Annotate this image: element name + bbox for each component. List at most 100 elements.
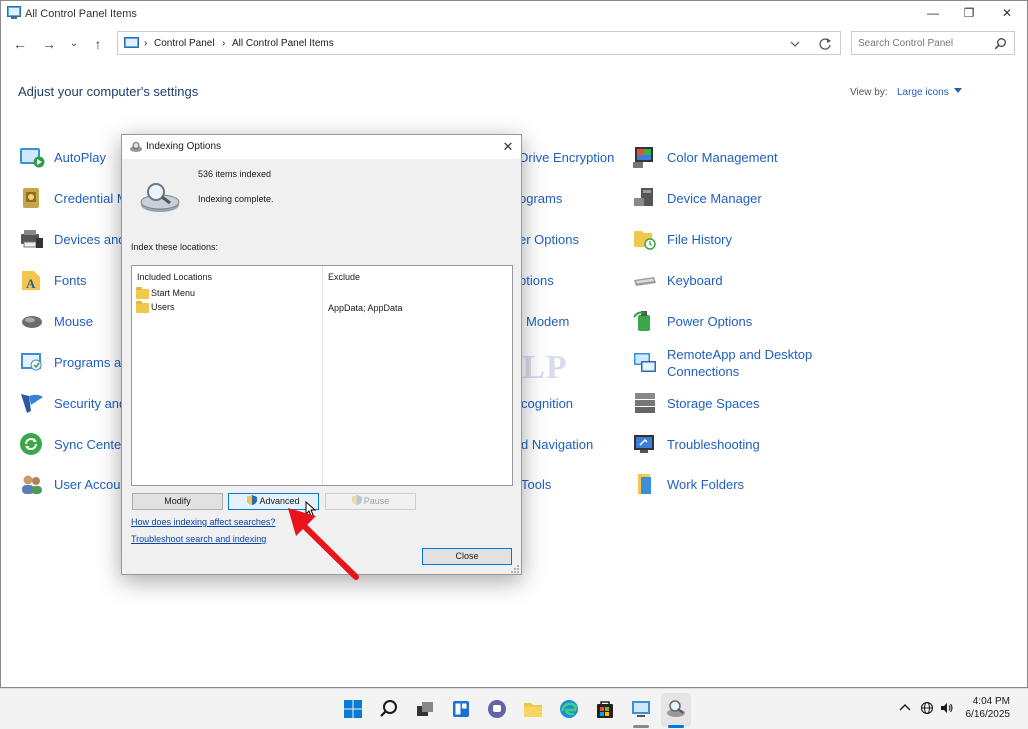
globe-icon[interactable] (920, 701, 934, 715)
remoteapp-icon (634, 353, 656, 372)
cp-item-storage-spaces[interactable]: Storage Spaces (632, 391, 760, 415)
cp-item-label: Troubleshooting (667, 436, 760, 452)
list-item[interactable]: Start Menu (136, 286, 196, 299)
title-bar: All Control Panel Items — ❐ ✕ (3, 3, 1025, 23)
modify-button[interactable]: Modify (132, 493, 223, 510)
sync-center-icon (20, 433, 42, 455)
control-panel-icon[interactable] (630, 698, 652, 720)
cp-item-troubleshooting[interactable]: Troubleshooting (632, 432, 760, 456)
breadcrumb-all-items[interactable]: All Control Panel Items (232, 38, 334, 49)
system-clock[interactable]: 4:04 PM 6/16/2025 (962, 695, 1011, 721)
search-icon[interactable] (378, 698, 400, 720)
close-button[interactable]: Close (422, 548, 512, 565)
cp-item-remoteapp[interactable]: RemoteApp and Desktop Connections (632, 346, 837, 380)
cp-item-sync-center[interactable]: Sync Center (19, 432, 126, 456)
cp-item-windows-tools[interactable]: Tools (521, 472, 551, 496)
cp-item-label: File History (667, 231, 733, 247)
clock-time: 4:04 PM (972, 696, 1010, 707)
column-header-included[interactable]: Included Locations (137, 272, 212, 282)
items-indexed-count: 536 items indexed (198, 169, 272, 179)
chat-icon[interactable] (486, 698, 508, 720)
windows-start-icon[interactable] (342, 698, 364, 720)
store-icon[interactable] (594, 698, 616, 720)
volume-icon[interactable] (940, 701, 954, 715)
cp-item-autoplay[interactable]: AutoPlay (19, 145, 106, 169)
file-history-icon (634, 231, 656, 250)
cp-item-credential-manager[interactable]: Credential M (19, 186, 128, 210)
autoplay-icon (20, 148, 45, 168)
cp-item-power-options[interactable]: Power Options (632, 309, 752, 333)
cp-item-programs-defaults[interactable]: Programs ar (19, 350, 126, 374)
dialog-close-button[interactable]: ✕ (499, 138, 517, 156)
keyboard-icon (634, 277, 656, 286)
storage-spaces-icon (635, 393, 655, 413)
control-panel-icon (124, 37, 139, 48)
breadcrumb-control-panel[interactable]: Control Panel (154, 38, 215, 49)
back-button[interactable]: ← (11, 35, 29, 53)
folder-icon (136, 300, 149, 313)
address-bar[interactable]: › Control Panel › All Control Panel Item… (117, 31, 841, 55)
mouse-icon (22, 316, 42, 328)
indexing-options-icon[interactable] (665, 698, 687, 720)
chevron-up-icon[interactable] (898, 701, 912, 715)
cp-item-speech-recognition[interactable]: cognition (521, 391, 573, 415)
view-by-dropdown[interactable]: Large icons (897, 87, 963, 98)
cp-item-mouse[interactable]: Mouse (19, 309, 93, 333)
cp-item-work-folders[interactable]: Work Folders (632, 472, 744, 496)
up-button[interactable]: ↑ (89, 35, 107, 53)
cp-item-device-manager[interactable]: Device Manager (632, 186, 762, 210)
cp-item-label: Fonts (54, 272, 87, 288)
cp-item-keyboard[interactable]: Keyboard (632, 268, 723, 292)
widgets-icon[interactable] (450, 698, 472, 720)
refresh-icon[interactable] (818, 37, 832, 51)
cp-item-label: ograms (519, 190, 563, 206)
index-locations-list[interactable]: Included Locations Exclude Start Menu Us… (131, 265, 513, 486)
breadcrumb-separator: › (222, 38, 226, 49)
search-box[interactable] (851, 31, 1015, 55)
user-accounts-icon (22, 475, 42, 494)
cp-item-internet-options[interactable]: ptions (519, 268, 554, 292)
credential-manager-icon (23, 188, 39, 208)
cp-item-label: Power Options (667, 313, 753, 329)
cp-item-label: Mouse (54, 313, 94, 329)
cp-item-label: Tools (521, 476, 552, 492)
indexing-options-icon (130, 142, 142, 152)
caret-down-icon (954, 88, 963, 93)
resize-grip-icon[interactable] (511, 565, 520, 574)
cp-item-taskbar-navigation[interactable]: d Navigation (521, 432, 593, 456)
search-input[interactable] (858, 36, 988, 50)
cp-item-devices-printers[interactable]: Devices and (19, 227, 126, 251)
location-name: Start Menu (151, 288, 196, 298)
exclude-value: AppData; AppData (328, 303, 403, 313)
cp-item-phone-modem[interactable]: Modem (526, 309, 569, 333)
file-explorer-icon[interactable] (522, 698, 544, 720)
column-header-exclude[interactable]: Exclude (328, 272, 360, 282)
control-panel-icon (7, 6, 21, 19)
svg-text:A: A (26, 276, 36, 291)
cp-item-file-explorer-options[interactable]: er Options (519, 227, 579, 251)
list-item[interactable]: Users (136, 300, 175, 313)
dialog-title: Indexing Options (146, 141, 222, 152)
cp-item-color-management[interactable]: Color Management (632, 145, 778, 169)
color-management-icon (633, 147, 653, 168)
power-options-icon (633, 311, 650, 331)
recent-locations-button[interactable]: ⌄ (65, 35, 83, 53)
close-window-button[interactable]: ✕ (999, 6, 1015, 20)
minimize-button[interactable]: — (925, 6, 941, 20)
cp-item-user-accounts[interactable]: User Accou (19, 472, 120, 496)
troubleshoot-indexing-link[interactable]: Troubleshoot search and indexing (131, 534, 266, 544)
cp-item-file-history[interactable]: File History (632, 227, 732, 251)
device-manager-icon (634, 188, 653, 206)
cp-item-security-maintenance[interactable]: Security and (19, 391, 126, 415)
dialog-title-bar: Indexing Options ✕ (122, 135, 521, 159)
search-icon[interactable] (994, 37, 1007, 50)
task-view-icon[interactable] (414, 698, 436, 720)
cp-item-fonts[interactable]: A Fonts (19, 268, 87, 292)
forward-button[interactable]: → (40, 35, 58, 53)
cp-item-bitlocker[interactable]: Drive Encryption (519, 145, 614, 169)
chevron-down-icon[interactable] (790, 40, 800, 48)
cp-item-default-programs[interactable]: ograms (519, 186, 562, 210)
how-indexing-affects-link[interactable]: How does indexing affect searches? (131, 517, 275, 527)
edge-browser-icon[interactable] (558, 698, 580, 720)
maximize-button[interactable]: ❐ (961, 6, 977, 20)
